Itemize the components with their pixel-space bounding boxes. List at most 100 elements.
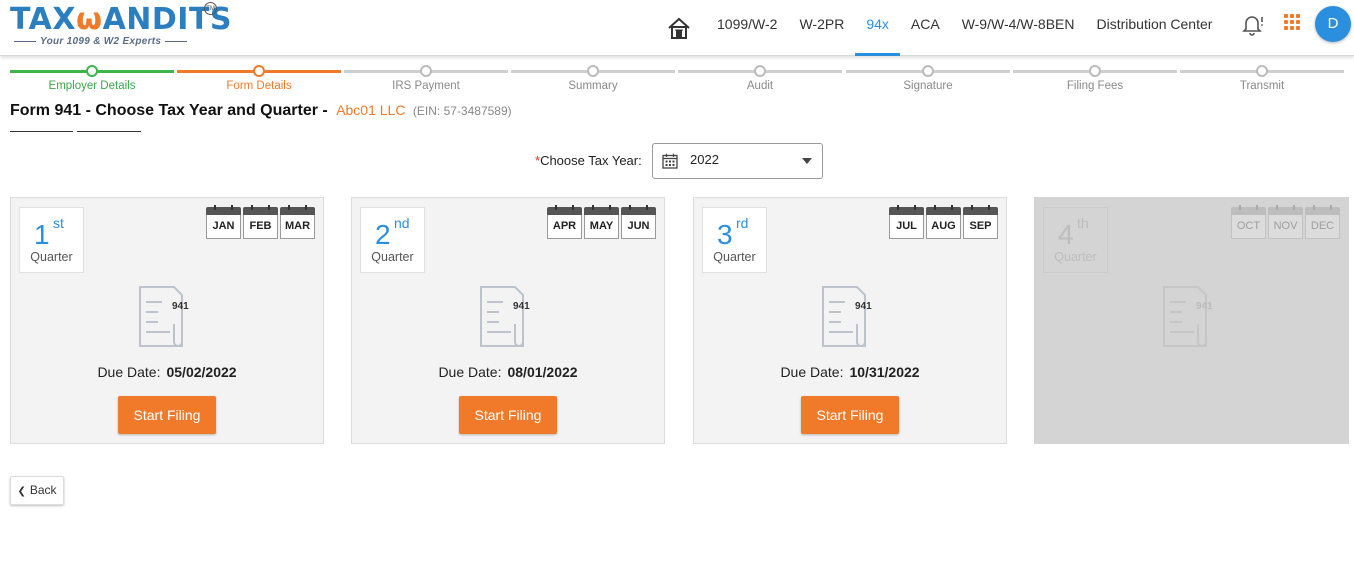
quarter-months: JAN FEB MAR [206,205,315,239]
form-number: 941 [855,301,872,312]
month-calendar-icon: FEB [243,205,278,239]
quarter-badge: 3 rd Quarter [702,207,767,273]
quarter-badge: 2 nd Quarter [360,207,425,273]
calendar-icon [662,153,678,169]
month-calendar-icon: AUG [926,205,961,239]
form-number: 941 [172,301,189,312]
top-header: TAXωANDITS TM Your 1099 & W2 Experts 109… [0,0,1354,56]
quarter-number: 4 [1058,219,1074,250]
chevron-left-icon: ❮ [17,486,26,497]
quarter-suffix: rd [736,215,749,231]
user-avatar[interactable]: D [1315,6,1351,42]
month-calendar-icon: JUN [621,205,656,239]
logo-wordmark: TAXωANDITS [10,2,232,38]
step-transmit: Transmit [1180,64,1344,94]
step-label: Filing Fees [1066,80,1124,92]
form-number: 941 [1196,301,1213,312]
back-button[interactable]: ❮ Back [10,476,64,505]
quarter-badge: 1 st Quarter [19,207,84,273]
company-ein: (EIN: 57-3487589) [412,104,512,118]
logo-owl-icon: ω [75,2,103,37]
step-irs-payment: IRS Payment [344,64,508,94]
tax-year-label-text: Choose Tax Year: [540,153,642,168]
quarter-label: Quarter [371,250,414,264]
month-calendar-icon: JAN [206,205,241,239]
page-title-text: Form 941 - Choose Tax Year and Quarter - [10,102,328,119]
quarter-months: OCT NOV DEC [1231,205,1340,239]
due-date-label: Due Date: [438,364,502,380]
step-label: Form Details [226,80,292,92]
quarter-card-4: 4 th Quarter OCT NOV DEC 941 [1034,197,1349,444]
step-audit: Audit [678,64,842,94]
quarter-label: Quarter [713,250,756,264]
form-941-icon: 941 [1160,284,1220,350]
quarter-label: Quarter [1054,250,1097,264]
start-filing-button[interactable]: Start Filing [459,396,557,434]
form-number: 941 [513,301,530,312]
nav-item-w9-w4-w8ben[interactable]: W-9/W-4/W-8BEN [951,0,1086,56]
progress-stepper: Employer Details Form Details IRS Paymen… [10,64,1350,94]
main-nav: 1099/W-2 W-2PR 94x ACA W-9/W-4/W-8BEN Di… [666,0,1223,56]
nav-item-94x[interactable]: 94x [855,0,900,56]
logo-tagline: Your 1099 & W2 Experts [10,36,191,47]
quarter-suffix: st [53,215,64,231]
quarter-card-1: 1 st Quarter JAN FEB MAR 941 Due Date: 05… [10,197,324,444]
step-filing-fees: Filing Fees [1013,64,1177,94]
month-calendar-icon: MAR [280,205,315,239]
title-underline [10,131,142,133]
due-date: Due Date: 05/02/2022 [11,364,323,380]
form-941-icon: 941 [477,284,537,350]
month-calendar-icon: NOV [1268,205,1303,239]
start-filing-button[interactable]: Start Filing [118,396,216,434]
step-signature: Signature [846,64,1010,94]
tax-year-label: *Choose Tax Year: [535,153,642,168]
step-label: Transmit [1239,80,1285,92]
quarter-number: 1 [34,219,50,250]
due-date-value: 08/01/2022 [507,364,578,380]
step-label: Summary [568,80,618,92]
step-summary: Summary [511,64,675,94]
quarter-suffix: th [1077,215,1089,231]
step-employer-details[interactable]: Employer Details [10,64,174,94]
apps-grid-icon[interactable] [1284,14,1300,30]
taxbandits-logo[interactable]: TAXωANDITS TM Your 1099 & W2 Experts [10,2,232,50]
due-date-label: Due Date: [780,364,844,380]
step-label: IRS Payment [392,80,460,92]
chevron-down-icon [802,158,812,164]
due-date: Due Date: 08/01/2022 [352,364,664,380]
month-calendar-icon: SEP [963,205,998,239]
due-date-value: 10/31/2022 [849,364,920,380]
nav-item-w2pr[interactable]: W-2PR [788,0,855,56]
bell-icon[interactable] [1240,12,1264,36]
quarter-number: 2 [375,219,391,250]
quarter-card-2: 2 nd Quarter APR MAY JUN 941 Due Date: 08… [351,197,665,444]
month-calendar-icon: OCT [1231,205,1266,239]
house-icon[interactable] [666,15,692,41]
quarter-label: Quarter [30,250,73,264]
month-calendar-icon: MAY [584,205,619,239]
step-form-details[interactable]: Form Details [177,64,341,94]
quarter-number: 3 [717,219,733,250]
nav-item-aca[interactable]: ACA [900,0,951,56]
step-label: Audit [746,80,774,92]
nav-item-distribution-center[interactable]: Distribution Center [1085,0,1223,56]
trademark-mark: TM [204,2,217,15]
nav-item-1099-w2[interactable]: 1099/W-2 [706,0,788,56]
quarter-months: JUL AUG SEP [889,205,998,239]
form-941-icon: 941 [819,284,879,350]
company-name: Abc01 LLC [336,102,406,118]
month-calendar-icon: APR [547,205,582,239]
quarter-months: APR MAY JUN [547,205,656,239]
form-941-icon: 941 [136,284,196,350]
due-date: Due Date: 10/31/2022 [694,364,1006,380]
quarter-card-3: 3 rd Quarter JUL AUG SEP 941 Due Date: 10… [693,197,1007,444]
due-date-label: Due Date: [97,364,161,380]
start-filing-button[interactable]: Start Filing [801,396,899,434]
page-title: Form 941 - Choose Tax Year and Quarter -… [10,102,512,120]
step-label: Signature [903,80,953,92]
logo-text-left: TAX [10,2,76,37]
step-label: Employer Details [48,80,136,92]
quarter-suffix: nd [394,215,410,231]
tax-year-select[interactable]: 2022 [652,143,823,179]
quarter-badge: 4 th Quarter [1043,207,1108,273]
